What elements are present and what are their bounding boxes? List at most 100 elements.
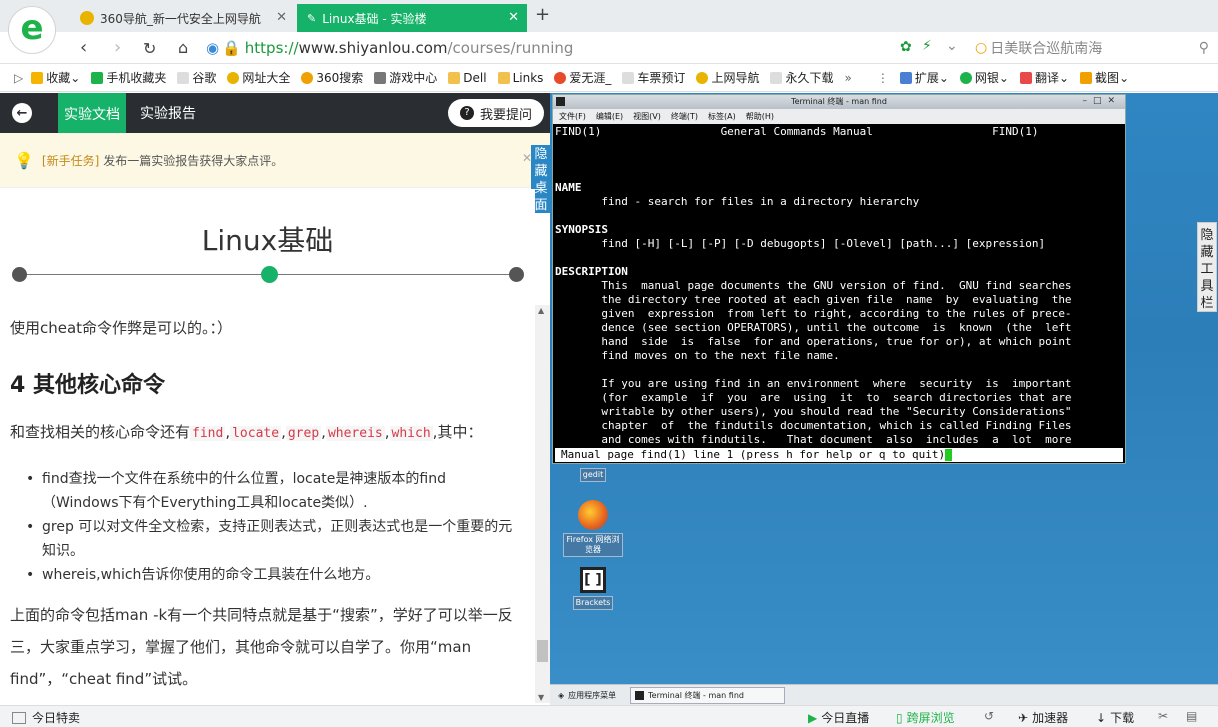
scissors-icon xyxy=(1080,71,1093,84)
menu-tabs[interactable]: 标签(A) xyxy=(708,111,736,122)
menu-file[interactable]: 文件(F) xyxy=(559,111,586,122)
chevron-down-icon[interactable]: ⌄ xyxy=(946,38,958,54)
live-link[interactable]: ▶ 今日直播 xyxy=(808,709,869,726)
daily-deals-link[interactable]: 今日特卖 xyxy=(12,709,80,726)
bank-menu[interactable]: 网银 ⌄ xyxy=(959,69,1009,86)
forward-button[interactable]: › xyxy=(114,37,121,58)
terminal-line: This manual page documents the GNU versi… xyxy=(555,279,1072,292)
question-icon: ? xyxy=(459,106,474,120)
shield-icon[interactable]: ✿ xyxy=(900,39,912,55)
translate-menu[interactable]: 翻译 ⌄ xyxy=(1019,69,1069,86)
desktop-icon-gedit[interactable]: gedit xyxy=(563,468,623,482)
bookmark-item[interactable]: Dell xyxy=(448,71,487,85)
more-menu-icon[interactable]: ⋮ xyxy=(877,71,889,85)
desktop-icon-brackets[interactable]: [ ] Brackets xyxy=(563,567,623,610)
terminal-line: dence (see section OPERATORS), until the… xyxy=(555,321,1072,334)
cross-screen-link[interactable]: ▯ 跨屏浏览 xyxy=(896,709,955,726)
terminal-line: DESCRIPTION xyxy=(555,265,628,278)
search-text: 日美联合巡航南海 xyxy=(990,41,1103,57)
terminal-line: find [-H] [-L] [-P] [-D debugopts] [-Ole… xyxy=(555,237,1046,250)
close-icon[interactable]: ✕ xyxy=(508,10,519,25)
scroll-down-icon[interactable]: ▼ xyxy=(538,693,544,702)
download-link[interactable]: ↓ 下载 xyxy=(1096,709,1134,726)
progress-step[interactable] xyxy=(12,267,27,282)
back-arrow-icon[interactable]: ← xyxy=(12,103,32,123)
terminal-app-icon[interactable] xyxy=(556,97,565,106)
ie-icon: ◉ xyxy=(206,39,220,57)
bookmark-item[interactable]: 游戏中心 xyxy=(374,69,437,86)
bookmark-item[interactable]: 谷歌 xyxy=(177,69,216,86)
terminal-title: Terminal 终端 - man find xyxy=(553,95,1125,109)
close-icon[interactable]: ✕ xyxy=(276,10,287,25)
progress-step-current[interactable] xyxy=(260,266,278,283)
tab-lab-doc[interactable]: 实验文档 xyxy=(58,93,126,135)
folder-icon xyxy=(448,71,461,84)
apps-menu-button[interactable]: 应用程序菜单 xyxy=(568,690,616,701)
pen-icon: ✎ xyxy=(307,11,317,25)
scroll-up-icon[interactable]: ▲ xyxy=(538,306,544,315)
code-which: which xyxy=(389,426,433,441)
accelerator-link[interactable]: ✈ 加速器 xyxy=(1018,709,1068,726)
section-heading: 4 其他核心命令 xyxy=(10,373,165,398)
menu-help[interactable]: 帮助(H) xyxy=(746,111,774,122)
browser-logo-icon[interactable]: e xyxy=(8,6,56,54)
bookmark-item[interactable]: Links xyxy=(497,71,543,85)
bookmark-item[interactable]: 永久下载 xyxy=(770,69,833,86)
scissors-icon[interactable]: ✂ xyxy=(1158,709,1168,723)
bookmark-item[interactable]: 收藏 ⌄ xyxy=(31,69,80,86)
page-icon xyxy=(770,71,783,84)
terminal-output[interactable]: FIND(1) General Commands Manual FIND(1) … xyxy=(555,125,1123,447)
search-icon[interactable]: ⚲ xyxy=(1199,40,1209,56)
taskbar-terminal-task[interactable]: Terminal 终端 - man find xyxy=(630,686,785,704)
url-path: /courses/running xyxy=(447,39,574,57)
refresh-icon[interactable]: ↺ xyxy=(984,709,994,723)
rocket-icon: ✈ xyxy=(1018,710,1029,725)
url-domain: www.shiyanlou.com xyxy=(298,39,448,57)
terminal-line: given expression from left to right, acc… xyxy=(555,307,1072,320)
home-button[interactable]: ⌂ xyxy=(178,38,188,57)
newbie-task-notice: 💡 [新手任务] 发布一篇实验报告获得大家点评。 ✕ xyxy=(0,133,550,188)
ask-question-button[interactable]: ? 我要提问 xyxy=(448,99,544,127)
terminal-line: hand side is false for and operations, t… xyxy=(555,335,1072,348)
terminal-line: NAME xyxy=(555,181,582,194)
terminal-line: find moves on to the next file name. xyxy=(555,349,840,362)
bookmark-item[interactable]: 手机收藏夹 xyxy=(91,69,166,86)
code-grep: grep xyxy=(285,426,322,441)
menu-view[interactable]: 视图(V) xyxy=(633,111,661,122)
bullet-list: find查找一个文件在系统中的什么位置，locate是神速版本的find（Win… xyxy=(26,467,521,587)
360-icon xyxy=(227,71,240,84)
progress-step[interactable] xyxy=(509,267,524,282)
more-bookmarks-icon[interactable]: » xyxy=(844,71,851,85)
grid-icon xyxy=(899,71,912,84)
window-controls[interactable]: –□✕ xyxy=(1082,96,1121,106)
url-field[interactable]: ◉ 🔒 https://www.shiyanlou.com/courses/ru… xyxy=(206,36,886,60)
bookmark-item[interactable]: 爱无涯_ xyxy=(554,69,611,86)
tab-360-nav[interactable]: 360导航_新一代安全上网导航 ✕ xyxy=(70,4,295,32)
tab-linux-basics[interactable]: ✎ Linux基础 - 实验楼 ✕ xyxy=(297,4,527,32)
reload-button[interactable]: ↻ xyxy=(143,39,156,58)
menu-edit[interactable]: 编辑(E) xyxy=(596,111,623,122)
back-button[interactable]: ‹ xyxy=(80,37,87,58)
play-icon: ▶ xyxy=(808,710,818,725)
lab-header: ← 实验文档 实验报告 ? 我要提问 xyxy=(0,93,550,135)
page-title: Linux基础 xyxy=(201,224,334,257)
hide-toolbar-button[interactable]: 隐藏工具栏 xyxy=(1197,222,1217,312)
tab-lab-report[interactable]: 实验报告 xyxy=(140,93,196,133)
bookmark-item[interactable]: 网址大全 xyxy=(227,69,290,86)
new-tab-button[interactable]: + xyxy=(535,4,550,25)
notification-icon[interactable]: ▤ xyxy=(1186,709,1197,723)
extensions-menu[interactable]: 扩展 ⌄ xyxy=(899,69,949,86)
sidebar-toggle-icon[interactable]: ▷ xyxy=(14,71,23,85)
bookmark-item[interactable]: 360搜索 xyxy=(301,69,363,86)
lightning-icon[interactable]: ⚡ xyxy=(922,38,932,54)
menu-terminal[interactable]: 终端(T) xyxy=(671,111,698,122)
scrollbar-thumb[interactable] xyxy=(537,640,548,662)
desktop-icon-firefox[interactable]: Firefox 网络浏览器 xyxy=(563,500,623,557)
bookmark-item[interactable]: 上网导航 xyxy=(696,69,759,86)
terminal-line: SYNOPSIS xyxy=(555,223,608,236)
screenshot-menu[interactable]: 截图 ⌄ xyxy=(1080,69,1129,86)
terminal-window[interactable]: Terminal 终端 - man find –□✕ 文件(F) 编辑(E) 视… xyxy=(552,94,1126,464)
bookmark-item[interactable]: 车票预订 xyxy=(622,69,685,86)
search-input[interactable]: ○ 日美联合巡航南海 ⚲ xyxy=(975,36,1215,60)
notice-tag: [新手任务] xyxy=(41,153,100,168)
